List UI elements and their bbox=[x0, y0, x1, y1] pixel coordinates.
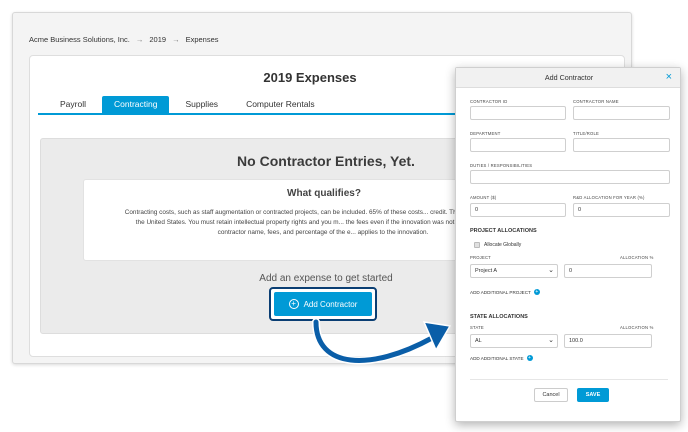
duties-label: Duties / Responsibilities bbox=[470, 163, 533, 168]
breadcrumb-year[interactable]: 2019 bbox=[149, 35, 166, 44]
department-input[interactable] bbox=[470, 138, 566, 152]
cancel-button[interactable]: Cancel bbox=[534, 388, 568, 402]
qualifies-text: Contracting costs, such as staff augment… bbox=[124, 209, 503, 236]
add-contractor-label: Add Contractor bbox=[303, 299, 358, 309]
tab-computer-rentals[interactable]: Computer Rentals bbox=[234, 96, 327, 113]
close-icon[interactable]: × bbox=[666, 71, 672, 83]
tab-contracting[interactable]: Contracting bbox=[101, 96, 170, 113]
add-contractor-modal: Add Contractor × Contractor ID Contracto… bbox=[455, 67, 681, 422]
contractor-id-label: Contractor ID bbox=[470, 99, 508, 104]
project-allocation-label: ALLOCATION % bbox=[620, 255, 654, 260]
plus-circle-icon: + bbox=[526, 355, 533, 361]
qualifies-box: What qualifies? Contracting costs, such … bbox=[83, 179, 503, 261]
amount-label: Amount ($) bbox=[470, 195, 497, 200]
allocate-globally-label: Allocate Globally bbox=[484, 242, 522, 248]
add-additional-project-link[interactable]: ADD ADDITIONAL PROJECT + bbox=[470, 289, 540, 295]
modal-divider bbox=[470, 379, 668, 380]
breadcrumb-page: Expenses bbox=[185, 35, 219, 44]
state-label: STATE bbox=[470, 325, 484, 330]
breadcrumb: Acme Business Solutions, Inc. → 2019 → E… bbox=[29, 35, 219, 44]
state-allocation-label: ALLOCATION % bbox=[620, 325, 654, 330]
contractor-name-label: Contractor Name bbox=[573, 99, 619, 104]
breadcrumb-company[interactable]: Acme Business Solutions, Inc. bbox=[29, 35, 130, 44]
amount-input[interactable]: 0 bbox=[470, 203, 566, 217]
breadcrumb-arrow-icon: → bbox=[172, 35, 180, 44]
project-select[interactable]: Project A ⌄ bbox=[470, 264, 558, 278]
project-allocations-title: PROJECT ALLOCATIONS bbox=[470, 228, 537, 234]
modal-title: Add Contractor bbox=[544, 73, 594, 82]
modal-header: Add Contractor × bbox=[456, 68, 680, 88]
project-label: PROJECT bbox=[470, 255, 491, 260]
project-allocation-input[interactable]: 0 bbox=[564, 264, 652, 278]
add-contractor-button[interactable]: + Add Contractor bbox=[274, 292, 372, 316]
tab-bar: Payroll Contracting Supplies Computer Re… bbox=[38, 96, 458, 115]
breadcrumb-arrow-icon: → bbox=[135, 35, 144, 44]
chevron-down-icon: ⌄ bbox=[548, 337, 554, 344]
plus-circle-icon: + bbox=[533, 289, 540, 295]
tab-supplies[interactable]: Supplies bbox=[173, 96, 230, 113]
project-select-value: Project A bbox=[475, 268, 498, 274]
state-allocation-input[interactable]: 100.0 bbox=[564, 334, 652, 348]
add-additional-state-label: ADD ADDITIONAL STATE bbox=[470, 355, 524, 361]
state-select-value: AL bbox=[475, 338, 482, 344]
qualifies-title: What qualifies? bbox=[287, 188, 361, 199]
duties-input[interactable] bbox=[470, 170, 670, 184]
chevron-down-icon: ⌄ bbox=[548, 267, 554, 274]
add-contractor-highlight: + Add Contractor bbox=[269, 287, 377, 321]
state-allocations-title: STATE ALLOCATIONS bbox=[470, 314, 528, 320]
rnd-allocation-label: R&D Allocation for Year (%) bbox=[573, 195, 645, 200]
tab-payroll[interactable]: Payroll bbox=[38, 96, 98, 113]
title-role-label: Title/Role bbox=[573, 131, 599, 136]
save-button[interactable]: SAVE bbox=[577, 388, 609, 402]
contractor-id-input[interactable] bbox=[470, 106, 566, 120]
plus-circle-icon: + bbox=[288, 299, 299, 309]
department-label: Department bbox=[470, 131, 501, 136]
title-role-input[interactable] bbox=[573, 138, 670, 152]
contractor-name-input[interactable] bbox=[573, 106, 670, 120]
add-additional-project-label: ADD ADDITIONAL PROJECT bbox=[470, 289, 531, 295]
add-additional-state-link[interactable]: ADD ADDITIONAL STATE + bbox=[470, 355, 533, 361]
state-select[interactable]: AL ⌄ bbox=[470, 334, 558, 348]
rnd-allocation-input[interactable]: 0 bbox=[573, 203, 670, 217]
allocate-globally-checkbox[interactable] bbox=[474, 242, 480, 248]
